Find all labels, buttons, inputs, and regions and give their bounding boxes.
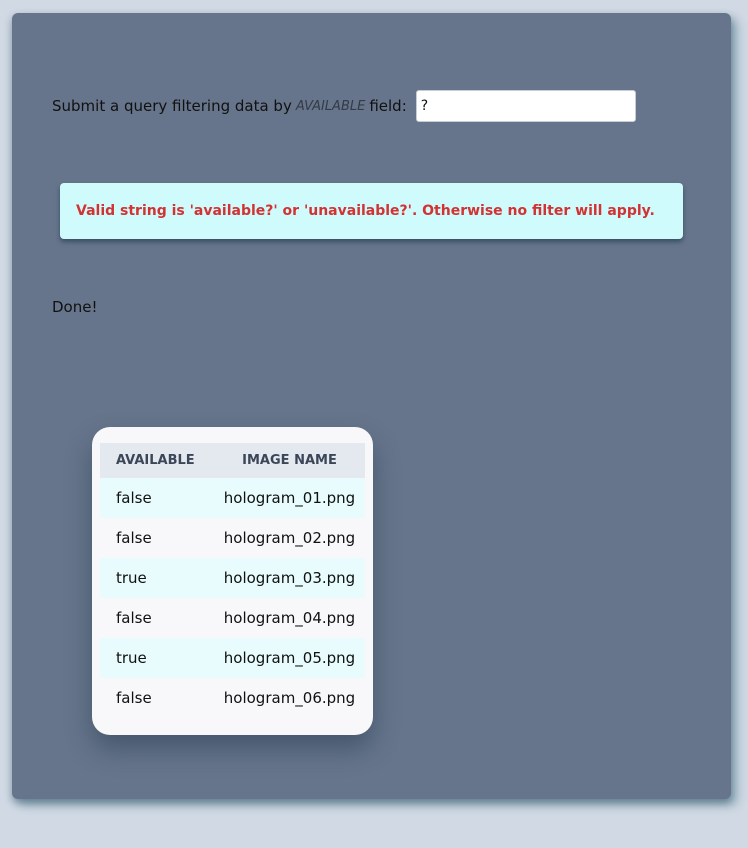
cell-available: true xyxy=(116,649,147,667)
validation-notice: Valid string is 'available?' or 'unavail… xyxy=(60,183,683,239)
query-input[interactable] xyxy=(415,90,636,122)
cell-available: false xyxy=(116,489,152,507)
query-row: Submit a query filtering data by AVAILAB… xyxy=(52,90,636,122)
cell-available: false xyxy=(116,689,152,707)
query-prompt-label: Submit a query filtering data by xyxy=(52,97,292,115)
cell-image-name: hologram_05.png xyxy=(223,649,356,667)
query-field-name: AVAILABLE xyxy=(295,98,366,114)
column-header-available: AVAILABLE xyxy=(116,453,195,468)
table-row: true hologram_03.png xyxy=(100,558,365,598)
cell-image-name: hologram_04.png xyxy=(223,609,356,627)
cell-image-name: hologram_03.png xyxy=(223,569,356,587)
table-row: false hologram_06.png xyxy=(100,678,365,718)
cell-available: false xyxy=(116,609,152,627)
status-text: Done! xyxy=(52,298,98,316)
column-header-image-name: IMAGE NAME xyxy=(242,453,337,468)
cell-available: false xyxy=(116,529,152,547)
cell-image-name: hologram_06.png xyxy=(223,689,356,707)
table-header-row: AVAILABLE IMAGE NAME xyxy=(100,443,365,478)
cell-available: true xyxy=(116,569,147,587)
table-row: false hologram_04.png xyxy=(100,598,365,638)
cell-image-name: hologram_01.png xyxy=(223,489,356,507)
results-table: AVAILABLE IMAGE NAME false hologram_01.p… xyxy=(100,443,365,718)
query-prompt-suffix: field: xyxy=(369,97,407,115)
table-row: false hologram_02.png xyxy=(100,518,365,558)
table-row: true hologram_05.png xyxy=(100,638,365,678)
validation-notice-text: Valid string is 'available?' or 'unavail… xyxy=(76,203,655,219)
main-panel: Submit a query filtering data by AVAILAB… xyxy=(12,13,731,799)
table-row: false hologram_01.png xyxy=(100,478,365,518)
results-table-card: AVAILABLE IMAGE NAME false hologram_01.p… xyxy=(92,427,373,735)
cell-image-name: hologram_02.png xyxy=(223,529,356,547)
